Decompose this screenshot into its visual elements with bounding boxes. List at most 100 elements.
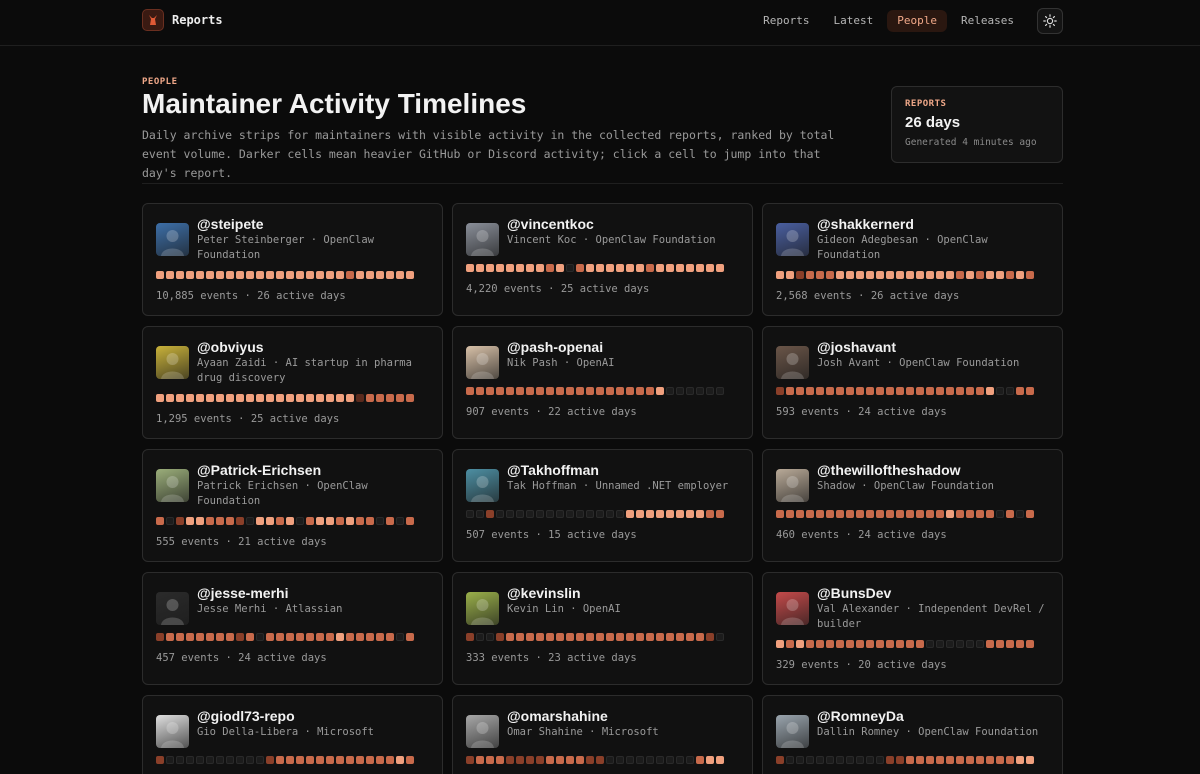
activity-cell[interactable] bbox=[256, 394, 264, 402]
activity-cell[interactable] bbox=[296, 633, 304, 641]
person-card[interactable]: @RomneyDa Dallin Romney · OpenClaw Founda… bbox=[762, 695, 1063, 774]
activity-cell[interactable] bbox=[356, 633, 364, 641]
activity-cell[interactable] bbox=[336, 633, 344, 641]
activity-cell[interactable] bbox=[926, 510, 934, 518]
activity-cell[interactable] bbox=[646, 264, 654, 272]
activity-cell[interactable] bbox=[196, 271, 204, 279]
activity-cell[interactable] bbox=[406, 271, 414, 279]
avatar[interactable] bbox=[776, 592, 809, 625]
activity-cell[interactable] bbox=[976, 271, 984, 279]
activity-cell[interactable] bbox=[966, 510, 974, 518]
activity-cell[interactable] bbox=[656, 510, 664, 518]
activity-cell[interactable] bbox=[666, 264, 674, 272]
activity-cell[interactable] bbox=[906, 510, 914, 518]
activity-cell[interactable] bbox=[486, 510, 494, 518]
activity-cell[interactable] bbox=[956, 271, 964, 279]
activity-cell[interactable] bbox=[826, 387, 834, 395]
activity-cell[interactable] bbox=[846, 756, 854, 764]
activity-cell[interactable] bbox=[566, 264, 574, 272]
activity-cell[interactable] bbox=[386, 633, 394, 641]
activity-cell[interactable] bbox=[526, 264, 534, 272]
activity-cell[interactable] bbox=[1006, 640, 1014, 648]
activity-cell[interactable] bbox=[636, 510, 644, 518]
activity-cell[interactable] bbox=[156, 633, 164, 641]
activity-cell[interactable] bbox=[646, 510, 654, 518]
activity-cell[interactable] bbox=[916, 756, 924, 764]
activity-cell[interactable] bbox=[606, 264, 614, 272]
activity-cell[interactable] bbox=[156, 756, 164, 764]
activity-cell[interactable] bbox=[1026, 387, 1034, 395]
activity-cell[interactable] bbox=[356, 517, 364, 525]
activity-cell[interactable] bbox=[656, 264, 664, 272]
activity-cell[interactable] bbox=[506, 264, 514, 272]
activity-cell[interactable] bbox=[326, 756, 334, 764]
activity-cell[interactable] bbox=[706, 633, 714, 641]
nav-link-latest[interactable]: Latest bbox=[824, 10, 884, 32]
activity-cell[interactable] bbox=[296, 756, 304, 764]
activity-cell[interactable] bbox=[946, 510, 954, 518]
activity-cell[interactable] bbox=[806, 271, 814, 279]
activity-cell[interactable] bbox=[306, 633, 314, 641]
activity-cell[interactable] bbox=[816, 756, 824, 764]
activity-cell[interactable] bbox=[956, 387, 964, 395]
activity-cell[interactable] bbox=[486, 633, 494, 641]
activity-cell[interactable] bbox=[686, 387, 694, 395]
activity-cell[interactable] bbox=[576, 264, 584, 272]
activity-cell[interactable] bbox=[686, 510, 694, 518]
activity-cell[interactable] bbox=[876, 510, 884, 518]
nav-link-people[interactable]: People bbox=[887, 10, 948, 32]
activity-cell[interactable] bbox=[376, 271, 384, 279]
activity-cell[interactable] bbox=[466, 387, 474, 395]
activity-cell[interactable] bbox=[166, 633, 174, 641]
activity-cell[interactable] bbox=[966, 640, 974, 648]
activity-cell[interactable] bbox=[316, 633, 324, 641]
activity-cell[interactable] bbox=[666, 387, 674, 395]
person-card[interactable]: @joshavant Josh Avant · OpenClaw Foundati… bbox=[762, 326, 1063, 439]
activity-cell[interactable] bbox=[636, 387, 644, 395]
activity-cell[interactable] bbox=[306, 271, 314, 279]
activity-cell[interactable] bbox=[666, 510, 674, 518]
activity-cell[interactable] bbox=[346, 394, 354, 402]
activity-cell[interactable] bbox=[906, 640, 914, 648]
activity-cell[interactable] bbox=[776, 387, 784, 395]
activity-cell[interactable] bbox=[916, 387, 924, 395]
person-card[interactable]: @jesse-merhi Jesse Merhi · Atlassian 457 e… bbox=[142, 572, 443, 685]
nav-link-releases[interactable]: Releases bbox=[951, 10, 1024, 32]
activity-cell[interactable] bbox=[466, 264, 474, 272]
activity-cell[interactable] bbox=[976, 756, 984, 764]
activity-cell[interactable] bbox=[346, 271, 354, 279]
activity-cell[interactable] bbox=[986, 271, 994, 279]
activity-cell[interactable] bbox=[706, 756, 714, 764]
activity-cell[interactable] bbox=[466, 756, 474, 764]
activity-cell[interactable] bbox=[806, 756, 814, 764]
activity-cell[interactable] bbox=[1026, 640, 1034, 648]
activity-cell[interactable] bbox=[1026, 271, 1034, 279]
activity-cell[interactable] bbox=[566, 756, 574, 764]
activity-cell[interactable] bbox=[846, 271, 854, 279]
activity-cell[interactable] bbox=[716, 510, 724, 518]
activity-cell[interactable] bbox=[186, 756, 194, 764]
activity-cell[interactable] bbox=[316, 271, 324, 279]
activity-cell[interactable] bbox=[216, 517, 224, 525]
activity-cell[interactable] bbox=[196, 517, 204, 525]
activity-cell[interactable] bbox=[906, 271, 914, 279]
activity-cell[interactable] bbox=[556, 756, 564, 764]
activity-cell[interactable] bbox=[806, 640, 814, 648]
activity-cell[interactable] bbox=[606, 387, 614, 395]
activity-cell[interactable] bbox=[576, 510, 584, 518]
person-card[interactable]: @thewilloftheshadow Shadow · OpenClaw Fou… bbox=[762, 449, 1063, 562]
activity-cell[interactable] bbox=[486, 264, 494, 272]
activity-cell[interactable] bbox=[306, 394, 314, 402]
activity-cell[interactable] bbox=[686, 633, 694, 641]
activity-cell[interactable] bbox=[896, 756, 904, 764]
avatar[interactable] bbox=[156, 469, 189, 502]
activity-cell[interactable] bbox=[886, 756, 894, 764]
person-handle[interactable]: @BunsDev bbox=[817, 585, 1049, 602]
activity-cell[interactable] bbox=[816, 271, 824, 279]
activity-cell[interactable] bbox=[466, 633, 474, 641]
person-handle[interactable]: @jesse-merhi bbox=[197, 585, 342, 602]
activity-cell[interactable] bbox=[926, 387, 934, 395]
activity-cell[interactable] bbox=[516, 387, 524, 395]
activity-cell[interactable] bbox=[506, 756, 514, 764]
activity-cell[interactable] bbox=[476, 387, 484, 395]
